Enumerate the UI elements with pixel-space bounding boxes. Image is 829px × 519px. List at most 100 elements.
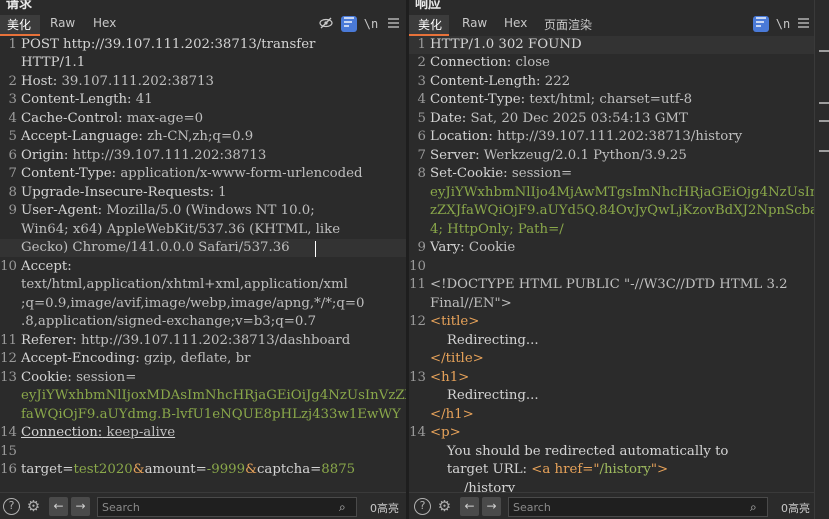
highlight-count: 0高亮 — [781, 502, 810, 515]
heading-text: Redirecting... — [430, 388, 539, 403]
line-number: 2 — [417, 55, 426, 70]
param-key: target — [21, 462, 63, 477]
response-pane: 响应 美化 Raw Hex 页面渲染 \n 1 HTTP/1.0 302 FOU… — [409, 0, 814, 519]
eye-off-icon[interactable] — [318, 16, 334, 32]
line-number: 12 — [0, 351, 17, 366]
line-number: 10 — [409, 259, 426, 274]
header-accept: Accept: — [21, 259, 72, 274]
line-number: 10 — [0, 259, 17, 274]
side-panel-strip[interactable] — [814, 0, 829, 519]
line-number: 3 — [8, 92, 17, 107]
next-arrow-icon[interactable]: → — [482, 497, 501, 516]
tab-pretty[interactable]: 美化 — [418, 16, 442, 33]
header-content-length: Content-Length: 41 — [21, 92, 153, 107]
line-number: 12 — [409, 314, 426, 329]
request-editor[interactable]: 1 POST http://39.107.111.202:38713/trans… — [0, 35, 406, 488]
line-number: 7 — [417, 148, 426, 163]
line-number: 8 — [8, 185, 17, 200]
line-number: 14 — [409, 425, 426, 440]
text-caret — [315, 241, 316, 257]
tab-raw[interactable]: Raw — [50, 16, 75, 30]
tab-hex[interactable]: Hex — [93, 16, 116, 30]
response-tabs: 美化 Raw Hex 页面渲染 \n — [409, 15, 814, 36]
response-search-bar: ? ⚙ ← → ⌕ 0高亮 — [409, 492, 814, 519]
param-value: test2020 — [73, 462, 133, 477]
line-number: 11 — [0, 333, 17, 348]
tab-render[interactable]: 页面渲染 — [544, 16, 592, 33]
word-wrap-icon[interactable] — [341, 16, 357, 32]
accept-cont: .8,application/signed-exchange;v=b3;q=0.… — [21, 314, 317, 329]
hamburger-menu-icon[interactable] — [385, 16, 401, 32]
line-number: 2 — [8, 74, 17, 89]
newline-toggle[interactable]: \n — [775, 16, 791, 32]
next-arrow-icon[interactable]: → — [71, 497, 90, 516]
request-search-bar: ? ⚙ ← → ⌕ 0高亮 — [0, 492, 406, 519]
html-tag: <title> — [430, 314, 480, 329]
line-number: 7 — [8, 166, 17, 181]
tab-pretty[interactable]: 美化 — [7, 16, 31, 33]
header-referer: Referer: http://39.107.111.202:38713/das… — [21, 333, 351, 348]
line-number: 9 — [8, 203, 17, 218]
request-line: POST http://39.107.111.202:38713/transfe… — [21, 37, 316, 52]
help-icon[interactable]: ? — [3, 498, 20, 515]
hamburger-menu-icon[interactable] — [795, 16, 811, 32]
accept-cont: text/html,application/xhtml+xml,applicat… — [21, 277, 348, 292]
line-number: 13 — [409, 370, 426, 385]
word-wrap-icon[interactable] — [753, 16, 769, 32]
line-number: 1 — [8, 37, 17, 52]
cookie-value: faWQiOjF9.aUYdmg.B-lvfU1eNQUE8pHLzj433w1… — [21, 407, 401, 422]
header-content-type: Content-Type: text/html; charset=utf-8 — [430, 92, 693, 107]
header-upgrade-insecure: Upgrade-Insecure-Requests: 1 — [21, 185, 227, 200]
html-tag: </h1> — [430, 407, 474, 422]
side-marker — [819, 102, 829, 104]
header-cache-control: Cache-Control: max-age=0 — [21, 111, 204, 126]
line-number: 6 — [8, 148, 17, 163]
header-accept-language: Accept-Language: zh-CN,zh;q=0.9 — [21, 129, 254, 144]
header-location: Location: http://39.107.111.202:38713/hi… — [430, 129, 743, 144]
line-number: 5 — [417, 111, 426, 126]
request-tabs: 美化 Raw Hex \n — [0, 15, 406, 36]
line-number: 16 — [0, 462, 17, 477]
search-icon[interactable]: ⌕ — [339, 500, 346, 515]
header-user-agent: User-Agent: Mozilla/5.0 (Windows NT 10.0… — [21, 203, 315, 218]
title-text: Redirecting... — [430, 333, 539, 348]
cookie-value: eyJiYWxhbmNlIjoxMDAsImNhcHRjaGEiOiJg4NzU… — [21, 388, 406, 403]
param-key: captcha — [256, 462, 311, 477]
response-editor[interactable]: 1 HTTP/1.0 302 FOUND 2 Connection: close… — [409, 35, 814, 496]
search-icon[interactable]: ⌕ — [750, 500, 757, 515]
newline-toggle[interactable]: \n — [363, 16, 379, 32]
tab-hex[interactable]: Hex — [504, 16, 527, 30]
side-marker — [819, 50, 829, 52]
header-set-cookie: Set-Cookie: session= — [430, 166, 573, 181]
line-number: 5 — [8, 129, 17, 144]
header-date: Date: Sat, 20 Dec 2025 03:54:13 GMT — [430, 111, 688, 126]
param-value: 8875 — [321, 462, 356, 477]
line-number: 3 — [417, 74, 426, 89]
previous-arrow-icon[interactable]: ← — [460, 497, 479, 516]
accept-cont: ;q=0.9,image/avif,image/webp,image/apng,… — [21, 296, 365, 311]
header-content-length: Content-Length: 222 — [430, 74, 571, 89]
search-input[interactable] — [97, 497, 357, 517]
cookie-value: zZXJfaWQiOjF9.aUYd5Q.84OvJyQwLjKzovBdXJ2… — [430, 203, 814, 218]
gear-icon[interactable]: ⚙ — [436, 498, 453, 515]
response-title: 响应 — [415, 0, 442, 12]
previous-arrow-icon[interactable]: ← — [49, 497, 68, 516]
search-input[interactable] — [508, 497, 768, 517]
request-pane: 请求 美化 Raw Hex \n 1 POST http://39.107.11… — [0, 0, 406, 519]
doctype-line-cont: Final//EN"> — [430, 296, 512, 311]
tab-raw[interactable]: Raw — [462, 16, 487, 30]
side-marker — [819, 120, 829, 122]
help-icon[interactable]: ? — [414, 498, 431, 515]
cookie-value: eyJiYWxhbmNlIjo4MjAwMTgsImNhcHRjaGEiOjg4… — [430, 185, 814, 200]
highlight-count: 0高亮 — [370, 502, 399, 515]
user-agent-cont: Win64; x64) AppleWebKit/537.36 (KHTML, l… — [21, 222, 341, 237]
line-number: 8 — [417, 166, 426, 181]
line-number: 11 — [409, 277, 426, 292]
cookie-attributes: 4; HttpOnly; Path=/ — [430, 222, 564, 237]
header-host: Host: 39.107.111.202:38713 — [21, 74, 214, 89]
line-number: 15 — [0, 444, 17, 459]
line-number: 13 — [0, 370, 17, 385]
side-marker — [819, 150, 829, 152]
gear-icon[interactable]: ⚙ — [25, 498, 42, 515]
header-origin: Origin: http://39.107.111.202:38713 — [21, 148, 267, 163]
